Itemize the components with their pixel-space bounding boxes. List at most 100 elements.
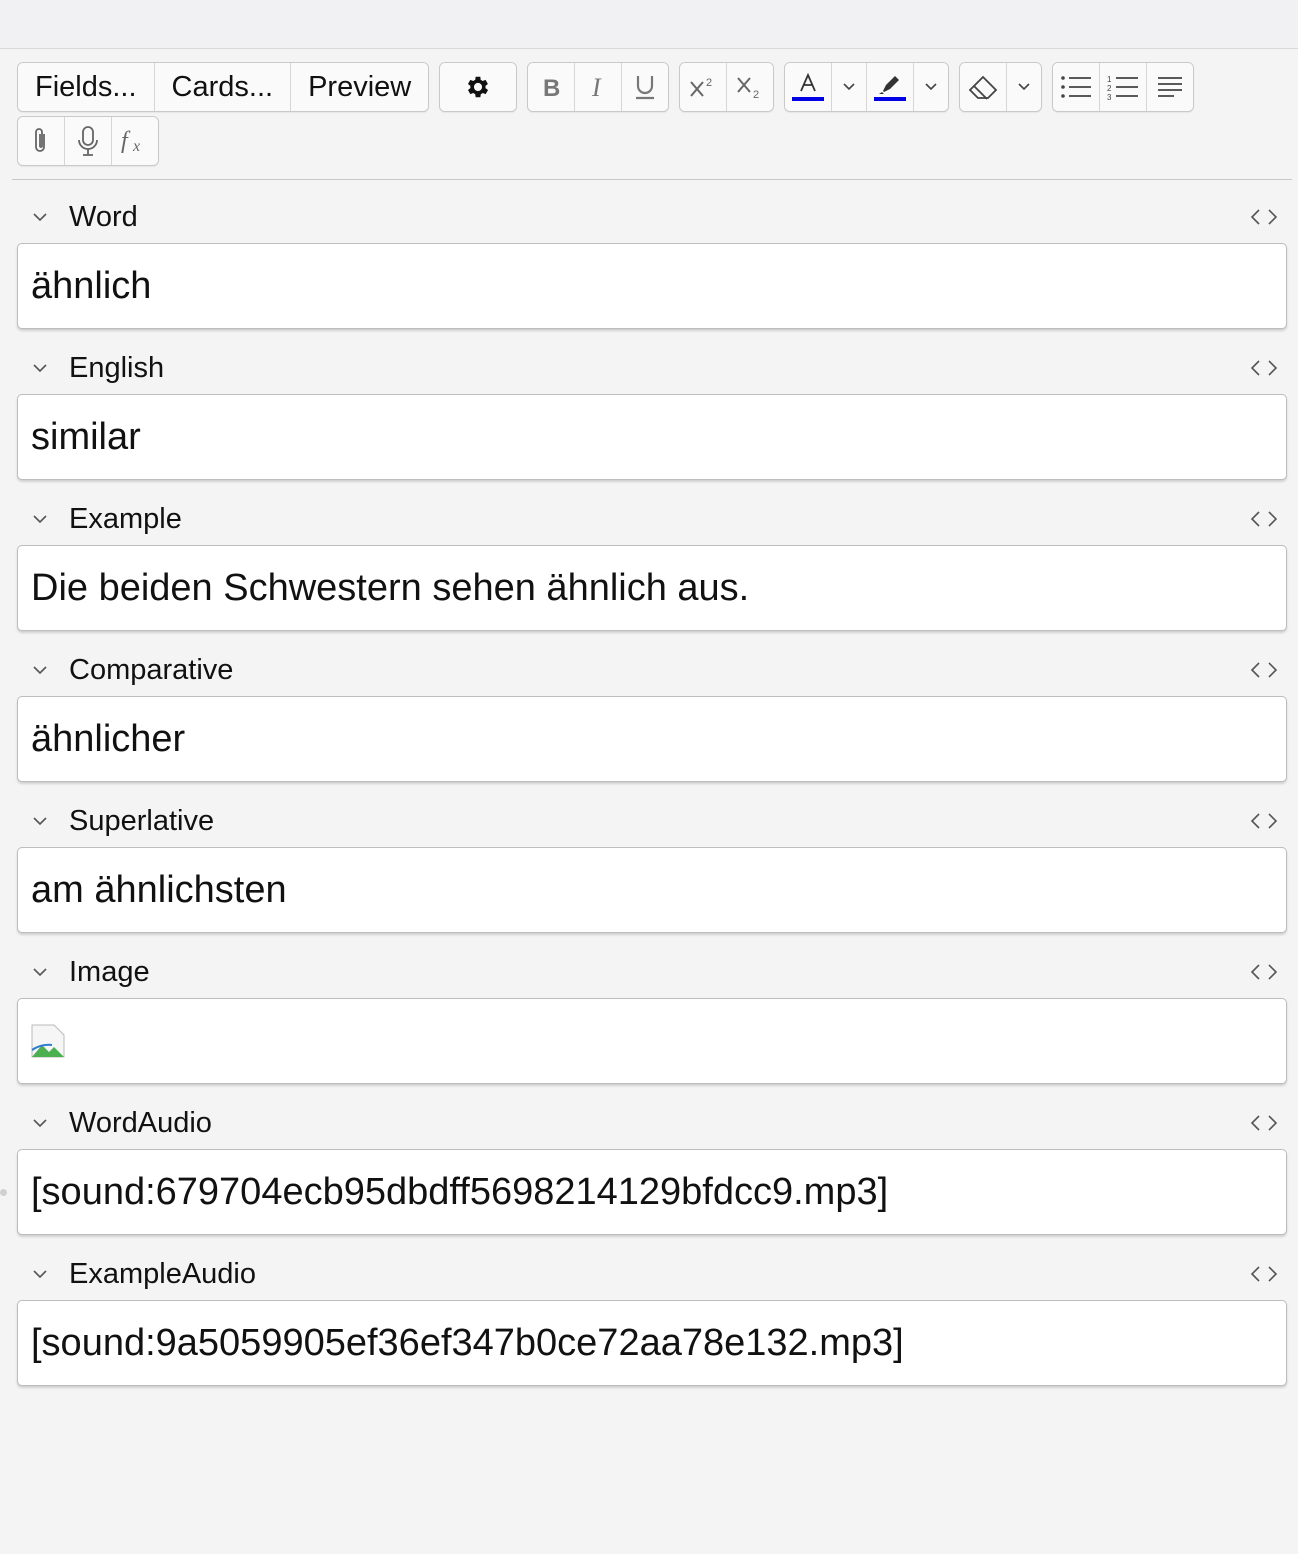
list-group: 123 <box>1052 62 1195 112</box>
field-value: ähnlich <box>31 265 152 307</box>
toolbar-row-2: fx <box>17 116 159 166</box>
field-header: Comparative <box>17 648 1287 692</box>
highlighter-icon <box>874 76 907 101</box>
text-color-icon <box>792 72 825 101</box>
field-header: Superlative <box>17 799 1287 843</box>
field-label: ExampleAudio <box>69 1257 256 1290</box>
subscript-button[interactable]: 2 <box>727 63 774 111</box>
chevron-down-icon[interactable] <box>29 810 51 832</box>
chevron-down-icon[interactable] <box>29 961 51 983</box>
chevron-down-icon <box>843 83 855 91</box>
media-group: fx <box>17 116 159 166</box>
numbered-list-icon: 123 <box>1107 75 1139 101</box>
field-header: English <box>17 346 1287 390</box>
svg-text:I: I <box>591 74 602 100</box>
window-top-bar <box>0 0 1298 49</box>
svg-text:3: 3 <box>1107 93 1112 101</box>
subscript-icon: 2 <box>737 77 759 100</box>
preview-button[interactable]: Preview <box>291 63 429 111</box>
chevron-down-icon[interactable] <box>29 357 51 379</box>
chevron-down-icon[interactable] <box>29 206 51 228</box>
field-value: ähnlicher <box>31 718 186 760</box>
field-input[interactable]: similar <box>17 394 1287 480</box>
chevron-down-icon[interactable] <box>29 1263 51 1285</box>
highlight-color-dropdown[interactable] <box>914 63 949 111</box>
field-label: Comparative <box>69 653 234 686</box>
record-audio-button[interactable] <box>65 117 112 165</box>
cards-button[interactable]: Cards... <box>154 63 292 111</box>
settings-button[interactable] <box>440 63 517 111</box>
eraser-icon <box>968 75 998 100</box>
html-editor-toggle-icon[interactable] <box>1249 357 1279 379</box>
field-header: ExampleAudio <box>17 1252 1287 1296</box>
attach-button[interactable] <box>18 117 65 165</box>
superscript-button[interactable]: 2 <box>680 63 728 111</box>
broken-image-icon[interactable] <box>31 1024 65 1058</box>
field-input[interactable]: ähnlicher <box>17 696 1287 782</box>
field-value: am ähnlichsten <box>31 869 287 911</box>
field-header: Word <box>17 195 1287 239</box>
text-color-button[interactable] <box>785 63 833 111</box>
ordered-list-button[interactable]: 123 <box>1100 63 1148 111</box>
html-editor-toggle-icon[interactable] <box>1249 810 1279 832</box>
chevron-down-icon <box>925 83 937 91</box>
script-group: 2 2 <box>679 62 775 112</box>
remove-formatting-button[interactable] <box>960 63 1008 111</box>
bold-button[interactable]: B <box>528 63 576 111</box>
paperclip-icon <box>35 128 45 152</box>
text-style-group: B I <box>527 62 670 112</box>
chevron-down-icon[interactable] <box>29 1112 51 1134</box>
field-input[interactable]: [sound:679704ecb95dbdff5698214129bfdcc9.… <box>17 1149 1287 1235</box>
justify-button[interactable] <box>1147 63 1194 111</box>
html-editor-toggle-icon[interactable] <box>1249 1112 1279 1134</box>
field-input[interactable]: Die beiden Schwestern sehen ähnlich aus. <box>17 545 1287 631</box>
html-editor-toggle-icon[interactable] <box>1249 961 1279 983</box>
svg-text:2: 2 <box>706 77 712 89</box>
html-editor-toggle-icon[interactable] <box>1249 659 1279 681</box>
mathjax-button[interactable]: fx <box>112 117 158 165</box>
italic-icon: I <box>591 74 602 100</box>
svg-text:2: 2 <box>1107 84 1112 93</box>
svg-text:1: 1 <box>1107 75 1112 84</box>
function-icon: fx <box>121 128 140 155</box>
html-editor-toggle-icon[interactable] <box>1249 206 1279 228</box>
html-editor-toggle-icon[interactable] <box>1249 1263 1279 1285</box>
fields-button[interactable]: Fields... <box>18 63 155 111</box>
field-value: similar <box>31 416 141 458</box>
chevron-down-icon[interactable] <box>29 659 51 681</box>
field-label: WordAudio <box>69 1106 212 1139</box>
resize-handle[interactable] <box>0 1189 7 1196</box>
field-header: WordAudio <box>17 1101 1287 1145</box>
field-input[interactable]: ähnlich <box>17 243 1287 329</box>
field-header: Image <box>17 950 1287 994</box>
field-label: Word <box>69 200 138 233</box>
underline-icon <box>636 76 655 100</box>
remove-formatting-dropdown[interactable] <box>1007 63 1042 111</box>
underline-button[interactable] <box>622 63 669 111</box>
microphone-icon <box>78 126 98 156</box>
svg-text:x: x <box>132 138 140 155</box>
text-color-dropdown[interactable] <box>832 63 868 111</box>
svg-text:B: B <box>543 75 560 100</box>
unordered-list-button[interactable] <box>1053 63 1101 111</box>
color-group <box>784 62 950 112</box>
notetype-button-group: Fields... Cards... Preview <box>17 62 430 112</box>
field-header: Example <box>17 497 1287 541</box>
chevron-down-icon <box>1018 83 1030 91</box>
toolbar-separator <box>12 179 1292 180</box>
chevron-down-icon[interactable] <box>29 508 51 530</box>
field-label: Image <box>69 955 150 988</box>
field-label: English <box>69 351 165 384</box>
bold-icon: B <box>543 75 560 100</box>
superscript-icon: 2 <box>690 77 712 97</box>
field-input[interactable]: am ähnlichsten <box>17 847 1287 933</box>
field-input[interactable] <box>17 998 1287 1084</box>
field-value: [sound:9a5059905ef36ef347b0ce72aa78e132.… <box>31 1322 904 1364</box>
svg-text:2: 2 <box>753 89 759 100</box>
italic-button[interactable]: I <box>575 63 623 111</box>
gear-icon <box>468 76 489 98</box>
bullet-list-icon <box>1061 76 1092 98</box>
field-input[interactable]: [sound:9a5059905ef36ef347b0ce72aa78e132.… <box>17 1300 1287 1386</box>
html-editor-toggle-icon[interactable] <box>1249 508 1279 530</box>
highlight-color-button[interactable] <box>867 63 915 111</box>
